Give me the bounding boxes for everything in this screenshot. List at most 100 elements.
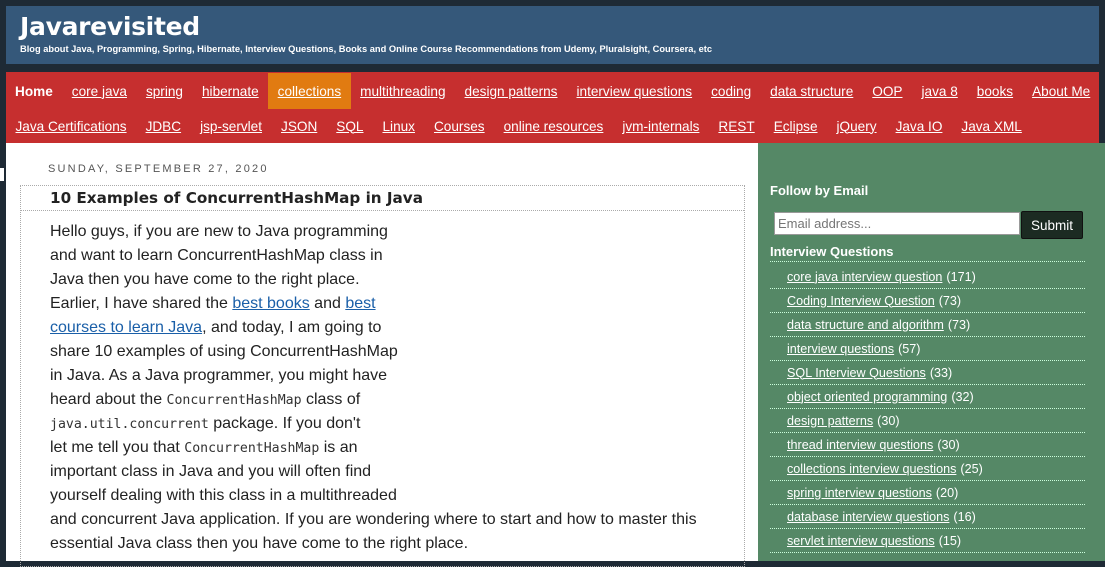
label-link[interactable]: object oriented programming	[787, 390, 947, 404]
nav-rest[interactable]: REST	[709, 108, 764, 144]
nav-linux[interactable]: Linux	[373, 108, 425, 144]
body-text: heard about the	[50, 391, 167, 408]
nav-jsp-servlet[interactable]: jsp-servlet	[191, 108, 272, 144]
label-link[interactable]: collections interview questions	[787, 462, 956, 476]
body-text: class of	[301, 391, 361, 408]
nav-java-8[interactable]: java 8	[912, 73, 967, 109]
nav-java-certifications[interactable]: Java Certifications	[6, 108, 136, 144]
nav-core-java[interactable]: core java	[62, 73, 136, 109]
body-line: courses to learn Java, and today, I am g…	[50, 316, 697, 340]
nav-courses[interactable]: Courses	[424, 108, 494, 144]
title-divider	[21, 210, 744, 211]
list-item: spring interview questions (20)	[770, 481, 1085, 505]
inline-code: ConcurrentHashMap	[184, 441, 320, 456]
nav-java-xml[interactable]: Java XML	[952, 108, 1031, 144]
label-count: (30)	[877, 413, 900, 428]
label-link[interactable]: spring interview questions	[787, 486, 932, 500]
nav-coding[interactable]: coding	[702, 73, 761, 109]
nav-sql[interactable]: SQL	[327, 108, 373, 144]
label-link[interactable]: thread interview questions	[787, 438, 933, 452]
body-line: Java then you have come to the right pla…	[50, 271, 360, 288]
list-item: Coding Interview Question (73)	[770, 289, 1085, 313]
list-item: collections interview questions (25)	[770, 457, 1085, 481]
label-link[interactable]: servlet interview questions	[787, 534, 935, 548]
email-input[interactable]	[774, 212, 1020, 235]
nav-jdbc[interactable]: JDBC	[136, 108, 191, 144]
best-courses-link[interactable]: best	[345, 295, 375, 312]
label-count: (20)	[935, 485, 959, 500]
follow-by-email-heading: Follow by Email	[770, 183, 869, 198]
label-count: (16)	[953, 509, 976, 524]
submit-button[interactable]: Submit	[1021, 211, 1083, 239]
label-link[interactable]: design patterns	[787, 414, 873, 428]
label-count: (33)	[929, 365, 953, 380]
post: 10 Examples of ConcurrentHashMap in Java…	[20, 185, 745, 567]
body-text: let me tell you that	[50, 439, 185, 456]
site-title[interactable]: Javarevisited	[20, 12, 200, 41]
list-item: design patterns (30)	[770, 409, 1085, 433]
body-line: java.util.concurrent package. If you don…	[50, 412, 697, 436]
nav-row-2: Java Certifications JDBC jsp-servlet JSO…	[6, 108, 1031, 144]
heading-divider	[770, 261, 1085, 262]
label-link[interactable]: SQL Interview Questions	[787, 366, 926, 380]
nav-online-resources[interactable]: online resources	[494, 108, 613, 144]
nav-collections[interactable]: collections	[268, 73, 351, 109]
interview-questions-heading: Interview Questions	[770, 244, 894, 259]
list-item: thread interview questions (30)	[770, 433, 1085, 457]
list-item: interview questions (57)	[770, 337, 1085, 361]
nav-data-structure[interactable]: data structure	[761, 73, 863, 109]
nav-jvm-internals[interactable]: jvm-internals	[613, 108, 709, 144]
nav-home[interactable]: Home	[6, 73, 62, 109]
inline-code: java.util.concurrent	[50, 417, 209, 432]
nav-row-1: Home core java spring hibernate collecti…	[6, 73, 1100, 109]
label-count: (73)	[938, 293, 962, 308]
nav-hibernate[interactable]: hibernate	[192, 73, 268, 109]
label-count: (15)	[938, 533, 962, 548]
body-text: , and today, I am going to	[202, 319, 382, 336]
nav-interview-questions[interactable]: interview questions	[567, 73, 702, 109]
label-link[interactable]: data structure and algorithm	[787, 318, 944, 332]
nav-oop[interactable]: OOP	[863, 73, 912, 109]
nav-jquery[interactable]: jQuery	[827, 108, 886, 144]
body-line: let me tell you that ConcurrentHashMap i…	[50, 436, 697, 460]
nav-books[interactable]: books	[967, 73, 1022, 109]
nav-multithreading[interactable]: multithreading	[351, 73, 455, 109]
body-line: in Java. As a Java programmer, you might…	[50, 367, 388, 384]
list-item: object oriented programming (32)	[770, 385, 1085, 409]
body-text: is an	[319, 439, 358, 456]
label-link[interactable]: Coding Interview Question	[787, 294, 935, 308]
body-line: important class in Java and you will oft…	[50, 463, 372, 480]
inline-code: ConcurrentHashMap	[166, 393, 302, 408]
body-text: and	[309, 295, 346, 312]
post-date: SUNDAY, SEPTEMBER 27, 2020	[48, 163, 269, 175]
body-line: and concurrent Java application. If you …	[50, 511, 697, 528]
list-item: database interview questions (16)	[770, 505, 1085, 529]
post-title[interactable]: 10 Examples of ConcurrentHashMap in Java	[50, 189, 423, 207]
sidebar: Follow by Email Submit Interview Questio…	[758, 143, 1105, 561]
main-content: SUNDAY, SEPTEMBER 27, 2020 10 Examples o…	[6, 143, 758, 567]
body-line: Hello guys, if you are new to Java progr…	[50, 223, 388, 240]
body-text: package. If you don't	[208, 415, 361, 432]
nav-json[interactable]: JSON	[272, 108, 327, 144]
blog-header: Javarevisited Blog about Java, Programmi…	[6, 6, 1099, 64]
label-count: (30)	[937, 437, 960, 452]
best-books-link[interactable]: best books	[232, 295, 309, 312]
nav-eclipse[interactable]: Eclipse	[764, 108, 827, 144]
nav-about-me[interactable]: About Me	[1023, 73, 1100, 109]
label-link[interactable]: core java interview question	[787, 270, 942, 284]
list-item: core java interview question (171)	[770, 265, 1085, 289]
main-nav: Home core java spring hibernate collecti…	[6, 72, 1099, 143]
body-line: share 10 examples of using ConcurrentHas…	[50, 343, 398, 360]
nav-spring[interactable]: spring	[136, 73, 192, 109]
label-count: (73)	[947, 317, 971, 332]
list-item: data structure and algorithm (73)	[770, 313, 1085, 337]
body-line: Earlier, I have shared the best books an…	[50, 292, 697, 316]
best-courses-link-cont[interactable]: courses to learn Java	[50, 319, 202, 336]
nav-java-io[interactable]: Java IO	[886, 108, 952, 144]
label-count: (32)	[951, 389, 974, 404]
body-line: yourself dealing with this class in a mu…	[50, 487, 397, 504]
label-link[interactable]: database interview questions	[787, 510, 949, 524]
label-link[interactable]: interview questions	[787, 342, 894, 356]
nav-design-patterns[interactable]: design patterns	[455, 73, 567, 109]
body-line: and want to learn ConcurrentHashMap clas…	[50, 247, 383, 264]
